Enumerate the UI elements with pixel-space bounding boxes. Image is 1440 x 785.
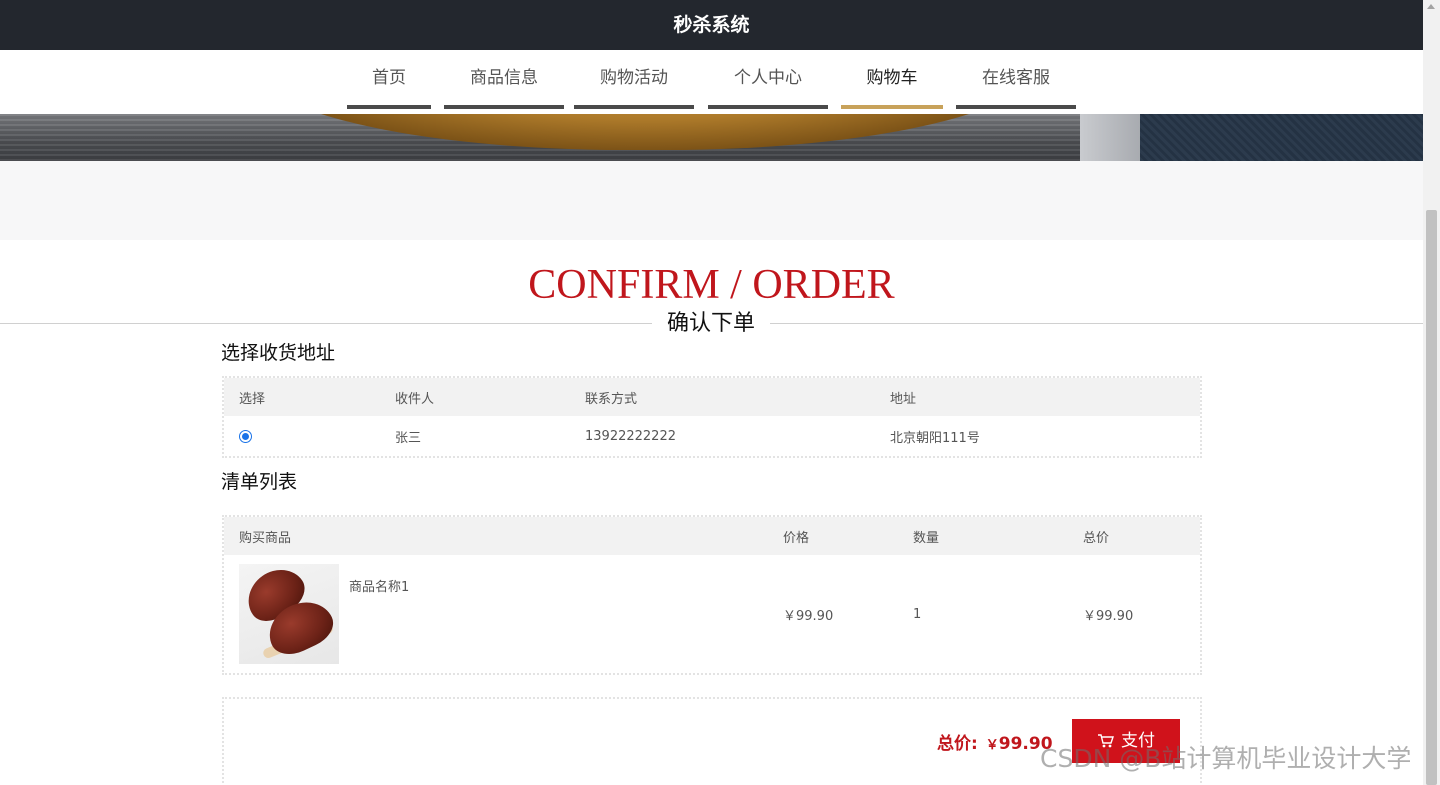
banner-image <box>0 114 1423 161</box>
phone-cell: 13922222222 <box>585 428 676 444</box>
total-label: 总价: <box>937 734 978 754</box>
order-heading: 清单列表 <box>221 471 298 493</box>
recipient-cell: 张三 <box>395 430 422 446</box>
col-total: 总价 <box>1068 517 1200 555</box>
watermark: CSDN @B站计算机毕业设计大学 <box>1040 744 1412 773</box>
nav-item-home[interactable]: 首页 <box>347 50 431 109</box>
page-title-en: CONFIRM / ORDER <box>528 262 895 308</box>
col-recipient: 收件人 <box>380 378 570 416</box>
total-price: 总价: ￥99.90 <box>937 729 1053 754</box>
order-table: 购买商品 价格 数量 总价 商品名称1 ￥99.90 1 ￥99.90 <box>222 515 1202 675</box>
banner-spacer <box>0 161 1423 240</box>
address-table: 选择 收件人 联系方式 地址 张三 13922222222 北京朝阳111号 <box>222 376 1202 458</box>
col-product: 购买商品 <box>224 517 768 555</box>
scrollbar-thumb[interactable] <box>1426 210 1437 785</box>
total-cell: ￥99.90 <box>1083 608 1134 624</box>
banner-cloth <box>1140 114 1423 161</box>
banner-paper <box>1080 114 1140 161</box>
address-cell: 北京朝阳111号 <box>890 430 980 446</box>
scroll-up-arrow-icon[interactable] <box>1427 4 1435 9</box>
currency-symbol: ￥ <box>985 738 999 753</box>
price-cell: ￥99.90 <box>783 608 834 624</box>
main-nav: 首页 商品信息 购物活动 个人中心 购物车 在线客服 <box>0 50 1423 114</box>
nav-item-activities[interactable]: 购物活动 <box>574 50 694 109</box>
address-radio[interactable] <box>239 429 252 443</box>
col-phone: 联系方式 <box>570 378 875 416</box>
quantity-cell: 1 <box>913 606 922 622</box>
col-select: 选择 <box>224 378 380 416</box>
app-title: 秒杀系统 <box>673 14 750 36</box>
brown-leather-shoes-image[interactable] <box>239 564 339 664</box>
app-header: 秒杀系统 <box>0 0 1423 50</box>
nav-item-profile[interactable]: 个人中心 <box>708 50 828 109</box>
table-row[interactable]: 张三 13922222222 北京朝阳111号 <box>224 416 1200 456</box>
col-address: 地址 <box>875 378 1200 416</box>
page: 秒杀系统 首页 商品信息 购物活动 个人中心 购物车 在线客服 CONFIRM … <box>0 0 1423 785</box>
col-price: 价格 <box>768 517 898 555</box>
col-quantity: 数量 <box>898 517 1068 555</box>
product-name[interactable]: 商品名称1 <box>349 576 409 595</box>
address-table-header: 选择 收件人 联系方式 地址 <box>224 378 1200 416</box>
table-row: 商品名称1 ￥99.90 1 ￥99.90 <box>224 555 1200 673</box>
address-heading: 选择收货地址 <box>221 342 336 364</box>
page-title-cn: 确认下单 <box>652 308 770 340</box>
order-table-header: 购买商品 价格 数量 总价 <box>224 517 1200 555</box>
nav-item-cart[interactable]: 购物车 <box>841 50 943 109</box>
nav-item-products[interactable]: 商品信息 <box>444 50 564 109</box>
nav-item-support[interactable]: 在线客服 <box>956 50 1076 109</box>
